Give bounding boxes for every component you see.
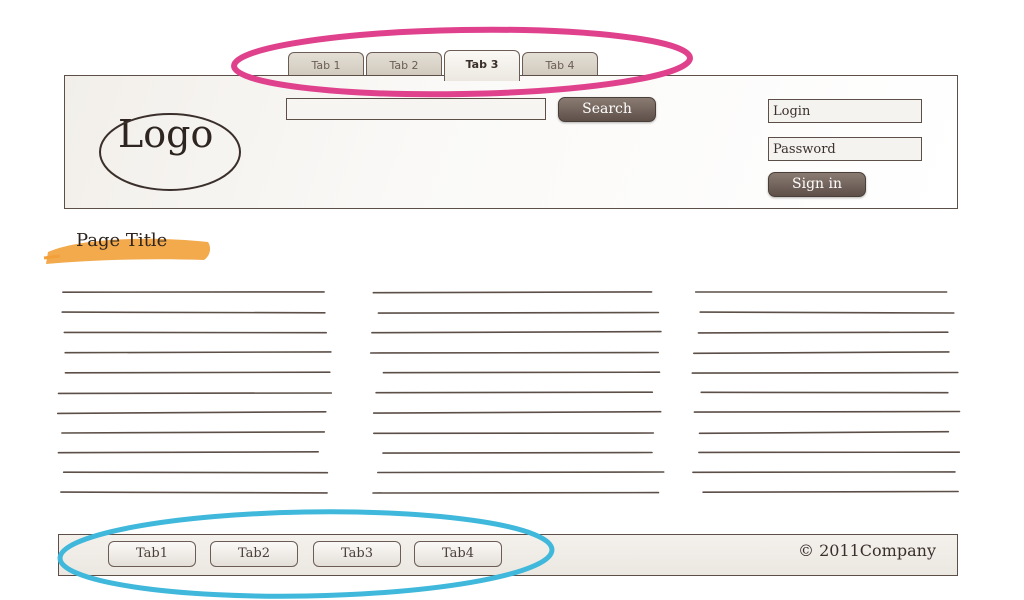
search-input[interactable] [286, 98, 546, 120]
top-tab-1[interactable]: Tab 1 [288, 52, 364, 77]
text-placeholder-line [372, 410, 662, 414]
text-placeholder-line [56, 410, 327, 415]
footer-tab-1[interactable]: Tab1 [108, 541, 196, 567]
text-placeholder-line [369, 351, 660, 354]
text-placeholder-line [372, 291, 653, 294]
search-button[interactable]: Search [558, 97, 656, 122]
page-title: Page Title [76, 230, 168, 251]
text-placeholder-line [697, 331, 949, 334]
text-placeholder-line [64, 371, 331, 374]
logo[interactable]: Logo [118, 112, 213, 156]
top-tab-2[interactable]: Tab 2 [366, 52, 442, 77]
text-placeholder-line [691, 371, 959, 374]
text-placeholder-line [382, 451, 653, 454]
text-placeholder-line [699, 311, 955, 314]
top-tab-4[interactable]: Tab 4 [522, 52, 598, 77]
text-placeholder-line [61, 431, 326, 434]
text-placeholder-line [382, 371, 661, 374]
text-placeholder-line [64, 351, 332, 354]
top-tab-3[interactable]: Tab 3 [444, 50, 520, 81]
login-field[interactable]: Login [768, 99, 922, 123]
footer-tab-3[interactable]: Tab3 [313, 541, 401, 567]
text-placeholder-line [377, 311, 660, 314]
text-placeholder-line [371, 330, 662, 334]
text-placeholder-line [60, 491, 328, 494]
signin-button[interactable]: Sign in [768, 172, 866, 197]
footer-tab-2[interactable]: Tab2 [210, 541, 298, 567]
copyright-text: © 2011Company [798, 541, 936, 560]
text-placeholder-line [698, 430, 950, 435]
text-placeholder-line [375, 391, 654, 394]
text-placeholder-line [57, 450, 320, 454]
text-placeholder-line [61, 311, 326, 314]
footer-tab-4[interactable]: Tab4 [414, 541, 502, 567]
text-placeholder-line [702, 490, 959, 494]
password-field[interactable]: Password [768, 137, 922, 161]
text-placeholder-line [62, 471, 329, 474]
text-placeholder-line [692, 351, 950, 355]
text-placeholder-line [376, 471, 665, 474]
text-placeholder-line [693, 410, 961, 413]
